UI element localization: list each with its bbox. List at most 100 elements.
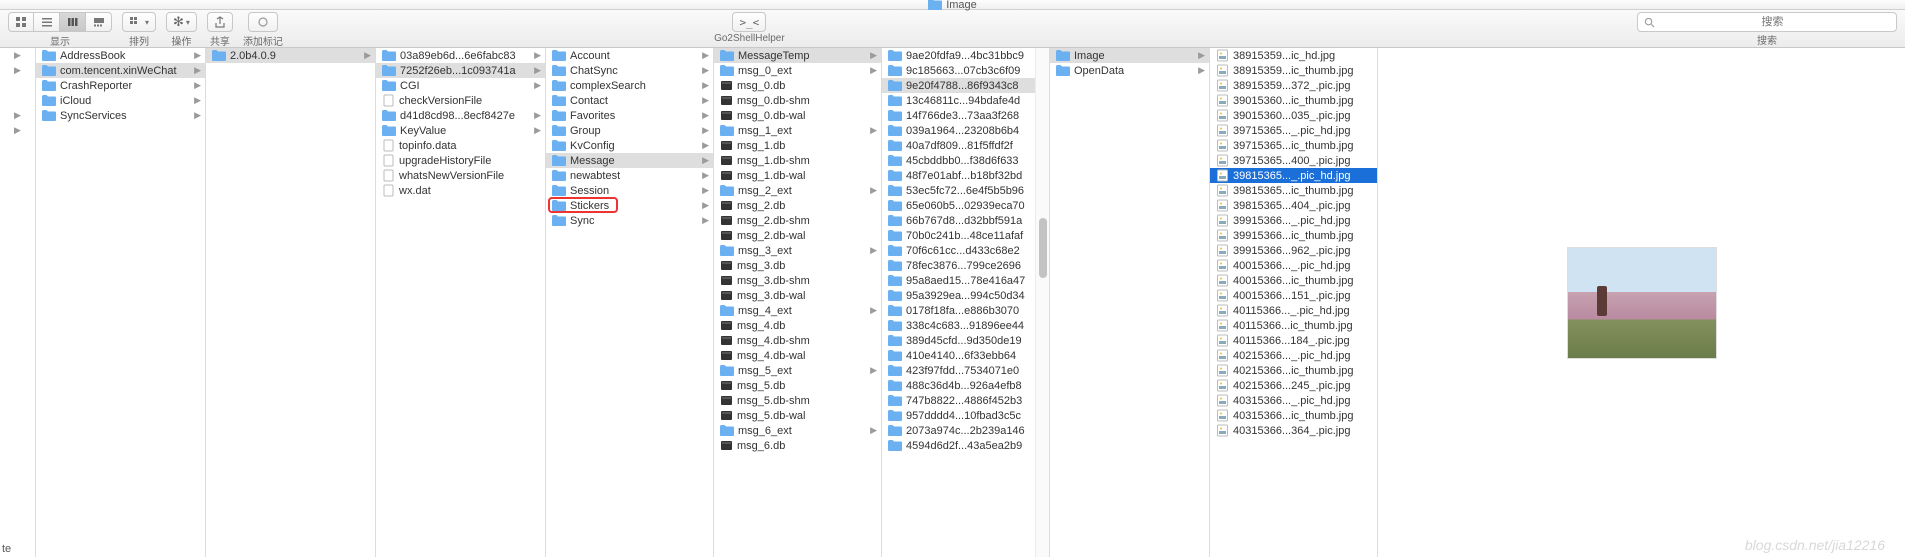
list-item[interactable]: 40a7df809...81f5ffdf2f▶ bbox=[882, 138, 1049, 153]
column-1[interactable]: 2.0b4.0.9▶ bbox=[206, 48, 376, 557]
gallery-view-button[interactable] bbox=[86, 12, 112, 32]
list-item[interactable]: 039a1964...23208b6b4▶ bbox=[882, 123, 1049, 138]
column-2[interactable]: 03a89eb6d...6e6fabc83▶7252f26eb...1c0937… bbox=[376, 48, 546, 557]
list-item[interactable]: 39815365..._.pic_hd.jpg bbox=[1210, 168, 1377, 183]
list-item[interactable]: topinfo.data bbox=[376, 138, 545, 153]
list-item[interactable]: 2.0b4.0.9▶ bbox=[206, 48, 375, 63]
list-item[interactable]: msg_4.db-shm bbox=[714, 333, 881, 348]
list-item[interactable]: msg_1.db bbox=[714, 138, 881, 153]
list-item[interactable]: msg_2.db-wal bbox=[714, 228, 881, 243]
list-item[interactable]: 39015360...035_.pic.jpg bbox=[1210, 108, 1377, 123]
list-item[interactable]: msg_2.db-shm bbox=[714, 213, 881, 228]
list-item[interactable]: upgradeHistoryFile bbox=[376, 153, 545, 168]
list-item[interactable]: 65e060b5...02939eca70▶ bbox=[882, 198, 1049, 213]
go2shell-button[interactable]: >_< bbox=[732, 12, 766, 32]
list-item[interactable]: AddressBook▶ bbox=[36, 48, 205, 63]
column-6[interactable]: Image▶OpenData▶ bbox=[1050, 48, 1210, 557]
list-item[interactable]: msg_6.db bbox=[714, 438, 881, 453]
list-item[interactable]: MessageTemp▶ bbox=[714, 48, 881, 63]
column-4[interactable]: MessageTemp▶msg_0_ext▶msg_0.dbmsg_0.db-s… bbox=[714, 48, 882, 557]
list-item[interactable]: 38915359...ic_hd.jpg bbox=[1210, 48, 1377, 63]
list-item[interactable]: 39715365..._.pic_hd.jpg bbox=[1210, 123, 1377, 138]
list-item[interactable]: msg_4.db-wal bbox=[714, 348, 881, 363]
share-button[interactable] bbox=[207, 12, 233, 32]
list-item[interactable]: 338c4c683...91896ee44▶ bbox=[882, 318, 1049, 333]
list-item[interactable]: 40015366...ic_thumb.jpg bbox=[1210, 273, 1377, 288]
list-item[interactable]: 488c36d4b...926a4efb8▶ bbox=[882, 378, 1049, 393]
list-item[interactable]: 40015366..._.pic_hd.jpg bbox=[1210, 258, 1377, 273]
list-item[interactable]: 53ec5fc72...6e4f5b5b96▶ bbox=[882, 183, 1049, 198]
list-item[interactable]: Stickers▶ bbox=[546, 198, 713, 213]
list-item[interactable]: 39915366...ic_thumb.jpg bbox=[1210, 228, 1377, 243]
list-item[interactable]: checkVersionFile bbox=[376, 93, 545, 108]
list-item[interactable]: 957dddd4...10fbad3c5c▶ bbox=[882, 408, 1049, 423]
list-item[interactable]: msg_4.db bbox=[714, 318, 881, 333]
list-item[interactable]: 2073a974c...2b239a146▶ bbox=[882, 423, 1049, 438]
list-item[interactable]: d41d8cd98...8ecf8427e▶ bbox=[376, 108, 545, 123]
list-item[interactable]: com.tencent.xinWeChat▶ bbox=[36, 63, 205, 78]
list-item[interactable]: 39015360...ic_thumb.jpg bbox=[1210, 93, 1377, 108]
list-item[interactable]: 39915366..._.pic_hd.jpg bbox=[1210, 213, 1377, 228]
list-item[interactable]: KvConfig▶ bbox=[546, 138, 713, 153]
list-item[interactable]: 45cbddbb0...f38d6f633▶ bbox=[882, 153, 1049, 168]
icon-view-button[interactable] bbox=[8, 12, 34, 32]
list-item[interactable]: 0178f18fa...e886b3070▶ bbox=[882, 303, 1049, 318]
list-item[interactable]: 66b767d8...d32bbf591a▶ bbox=[882, 213, 1049, 228]
list-item[interactable]: 38915359...372_.pic.jpg bbox=[1210, 78, 1377, 93]
column-5[interactable]: 9ae20fdfa9...4bc31bbc9▶9c185663...07cb3c… bbox=[882, 48, 1050, 557]
list-item[interactable]: 40115366...184_.pic.jpg bbox=[1210, 333, 1377, 348]
column-pre[interactable]: ▶▶▶▶te bbox=[0, 48, 36, 557]
list-item[interactable]: 40315366...364_.pic.jpg bbox=[1210, 423, 1377, 438]
list-item[interactable]: 4594d6d2f...43a5ea2b9▶ bbox=[882, 438, 1049, 453]
list-item[interactable]: 40315366..._.pic_hd.jpg bbox=[1210, 393, 1377, 408]
column-view-button[interactable] bbox=[60, 12, 86, 32]
list-item[interactable]: Sync▶ bbox=[546, 213, 713, 228]
list-item[interactable]: 40115366..._.pic_hd.jpg bbox=[1210, 303, 1377, 318]
list-item[interactable]: msg_4_ext▶ bbox=[714, 303, 881, 318]
list-item[interactable]: msg_1.db-shm bbox=[714, 153, 881, 168]
list-item[interactable]: 39815365...ic_thumb.jpg bbox=[1210, 183, 1377, 198]
list-item[interactable]: Image▶ bbox=[1050, 48, 1209, 63]
list-item[interactable]: msg_6_ext▶ bbox=[714, 423, 881, 438]
list-item[interactable]: 14f766de3...73aa3f268▶ bbox=[882, 108, 1049, 123]
scrollbar[interactable] bbox=[1035, 48, 1049, 557]
column-0[interactable]: AddressBook▶com.tencent.xinWeChat▶CrashR… bbox=[36, 48, 206, 557]
list-item[interactable]: CrashReporter▶ bbox=[36, 78, 205, 93]
list-item[interactable]: 7252f26eb...1c093741a▶ bbox=[376, 63, 545, 78]
list-item[interactable]: msg_3.db-shm bbox=[714, 273, 881, 288]
search-field[interactable] bbox=[1637, 12, 1897, 32]
list-item[interactable]: msg_5.db-wal bbox=[714, 408, 881, 423]
list-item[interactable]: complexSearch▶ bbox=[546, 78, 713, 93]
list-item[interactable]: whatsNewVersionFile bbox=[376, 168, 545, 183]
list-item[interactable]: 39715365...ic_thumb.jpg bbox=[1210, 138, 1377, 153]
list-item[interactable]: 9ae20fdfa9...4bc31bbc9▶ bbox=[882, 48, 1049, 63]
list-item[interactable]: wx.dat bbox=[376, 183, 545, 198]
list-item[interactable]: 9e20f4788...86f9343c8▶ bbox=[882, 78, 1049, 93]
list-item[interactable]: 48f7e01abf...b18bf32bd▶ bbox=[882, 168, 1049, 183]
search-input[interactable] bbox=[1655, 16, 1890, 28]
list-item[interactable]: msg_1_ext▶ bbox=[714, 123, 881, 138]
list-item[interactable]: 70f6c61cc...d433c68e2▶ bbox=[882, 243, 1049, 258]
list-item[interactable]: 40215366...ic_thumb.jpg bbox=[1210, 363, 1377, 378]
list-item[interactable]: 13c46811c...94bdafe4d▶ bbox=[882, 93, 1049, 108]
list-item[interactable]: msg_5_ext▶ bbox=[714, 363, 881, 378]
list-item[interactable]: 95a3929ea...994c50d34▶ bbox=[882, 288, 1049, 303]
list-item[interactable]: iCloud▶ bbox=[36, 93, 205, 108]
list-view-button[interactable] bbox=[34, 12, 60, 32]
list-item[interactable]: Contact▶ bbox=[546, 93, 713, 108]
tags-button[interactable] bbox=[248, 12, 278, 32]
list-item[interactable]: msg_5.db bbox=[714, 378, 881, 393]
list-item[interactable]: 40015366...151_.pic.jpg bbox=[1210, 288, 1377, 303]
list-item[interactable]: 95a8aed15...78e416a47▶ bbox=[882, 273, 1049, 288]
list-item[interactable]: msg_0.db-wal bbox=[714, 108, 881, 123]
list-item[interactable]: 78fec3876...799ce2696▶ bbox=[882, 258, 1049, 273]
list-item[interactable]: 423f97fdd...7534071e0▶ bbox=[882, 363, 1049, 378]
list-item[interactable]: 38915359...ic_thumb.jpg bbox=[1210, 63, 1377, 78]
list-item[interactable]: OpenData▶ bbox=[1050, 63, 1209, 78]
list-item[interactable]: 40115366...ic_thumb.jpg bbox=[1210, 318, 1377, 333]
list-item[interactable]: 9c185663...07cb3c6f09▶ bbox=[882, 63, 1049, 78]
list-item[interactable]: 39715365...400_.pic.jpg bbox=[1210, 153, 1377, 168]
list-item[interactable]: 40315366...ic_thumb.jpg bbox=[1210, 408, 1377, 423]
list-item[interactable]: SyncServices▶ bbox=[36, 108, 205, 123]
list-item[interactable]: 40215366...245_.pic.jpg bbox=[1210, 378, 1377, 393]
